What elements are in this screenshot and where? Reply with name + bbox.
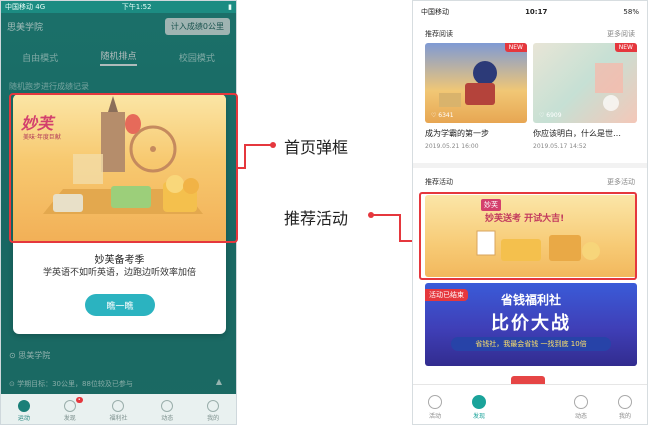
tab-me[interactable]: 我的 bbox=[618, 395, 632, 420]
run-icon bbox=[428, 395, 442, 409]
bottom-tabbar: 活动 发现 动态 我的 bbox=[413, 384, 647, 424]
like-count: ♡ 6909 bbox=[539, 112, 562, 119]
status-bar: 中国移动 4G 下午1:52 ▮ bbox=[1, 1, 236, 13]
tab-sport[interactable]: 运动 bbox=[17, 400, 30, 422]
popup-annotation: 首页弹框 bbox=[284, 138, 349, 157]
tab-feed[interactable]: 动态 bbox=[161, 400, 173, 422]
connector-line bbox=[237, 167, 244, 169]
battery: 58% bbox=[623, 8, 639, 16]
popup-description: 学英语不如听英语，边跑边听效率加倍 bbox=[42, 268, 196, 278]
bottom-tabbar: 运动 发现 • 福利社 动态 我的 bbox=[1, 394, 236, 424]
activity-banner-2[interactable]: 活动已结束 省钱福利社 比价大战 省钱社，我最会省钱 一找到底 10倍 bbox=[425, 283, 637, 366]
carrier: 中国移动 bbox=[421, 8, 449, 16]
battery-icon: ▮ bbox=[228, 3, 232, 11]
reading-header: 推荐阅读 bbox=[425, 30, 453, 38]
article-card-2[interactable]: NEW ♡ 6909 bbox=[533, 43, 637, 123]
activity-annotation: 推荐活动 bbox=[284, 209, 349, 228]
popup-highlight-frame bbox=[9, 93, 238, 243]
activity-header: 推荐活动 bbox=[425, 178, 453, 186]
like-count: ♡ 6341 bbox=[431, 112, 454, 119]
tab-discover[interactable]: 发现 bbox=[472, 395, 486, 420]
chat-icon bbox=[574, 395, 588, 409]
chat-icon bbox=[161, 400, 174, 412]
new-badge: NEW bbox=[614, 43, 637, 52]
gift-icon bbox=[112, 400, 125, 412]
more-activity-link[interactable]: 更多活动 bbox=[607, 177, 635, 187]
article-date-2: 2019.05.17 14:52 bbox=[533, 143, 587, 150]
tab-discover[interactable]: 发现 • bbox=[63, 397, 83, 422]
status-bar: 中国移动 10:17 58% bbox=[413, 1, 647, 23]
popup-view-button[interactable]: 瞧一瞧 bbox=[85, 294, 155, 316]
banner-headline: 比价大战 bbox=[491, 313, 571, 334]
banner-title: 省钱福利社 bbox=[500, 293, 561, 307]
connector-line bbox=[244, 144, 272, 146]
time: 10:17 bbox=[525, 8, 548, 16]
time: 下午1:52 bbox=[121, 3, 152, 11]
tab-activity[interactable]: 活动 bbox=[428, 395, 442, 420]
tab-feed[interactable]: 动态 bbox=[574, 395, 588, 420]
activity-highlight-frame bbox=[419, 192, 637, 280]
more-reading-link[interactable]: 更多阅读 bbox=[607, 29, 635, 39]
article-title-2[interactable]: 你应该明白，什么是世… bbox=[533, 128, 621, 139]
compass-icon bbox=[63, 400, 76, 412]
user-icon bbox=[207, 400, 220, 412]
connector-line bbox=[372, 214, 400, 216]
article-date-1: 2019.05.21 16:00 bbox=[425, 143, 479, 150]
article-illustration bbox=[439, 61, 497, 107]
user-icon bbox=[618, 395, 632, 409]
compass-icon bbox=[472, 395, 486, 409]
section-divider bbox=[413, 163, 647, 168]
article-title-1[interactable]: 成为学霸的第一步 bbox=[425, 128, 489, 139]
carrier: 中国移动 4G bbox=[5, 3, 46, 11]
tab-welfare[interactable]: 福利社 bbox=[109, 400, 128, 422]
tab-me[interactable]: 我的 bbox=[207, 400, 219, 422]
popup-title: 妙芙备考季 bbox=[94, 255, 145, 266]
stage: 中国移动 4G 下午1:52 ▮ 思美学院 计入成绩0公里 自由模式 随机排点 … bbox=[0, 0, 648, 425]
connector-line bbox=[399, 214, 401, 242]
new-badge: • bbox=[75, 397, 83, 403]
new-badge: NEW bbox=[504, 43, 527, 52]
banner-slogan: 省钱社，我最会省钱 一找到底 10倍 bbox=[451, 337, 611, 351]
article-card-1[interactable]: NEW ♡ 6341 bbox=[425, 43, 527, 123]
connector-dot bbox=[270, 142, 276, 148]
run-icon bbox=[17, 400, 30, 412]
connector-line bbox=[244, 144, 246, 169]
article-illustration bbox=[595, 63, 623, 111]
